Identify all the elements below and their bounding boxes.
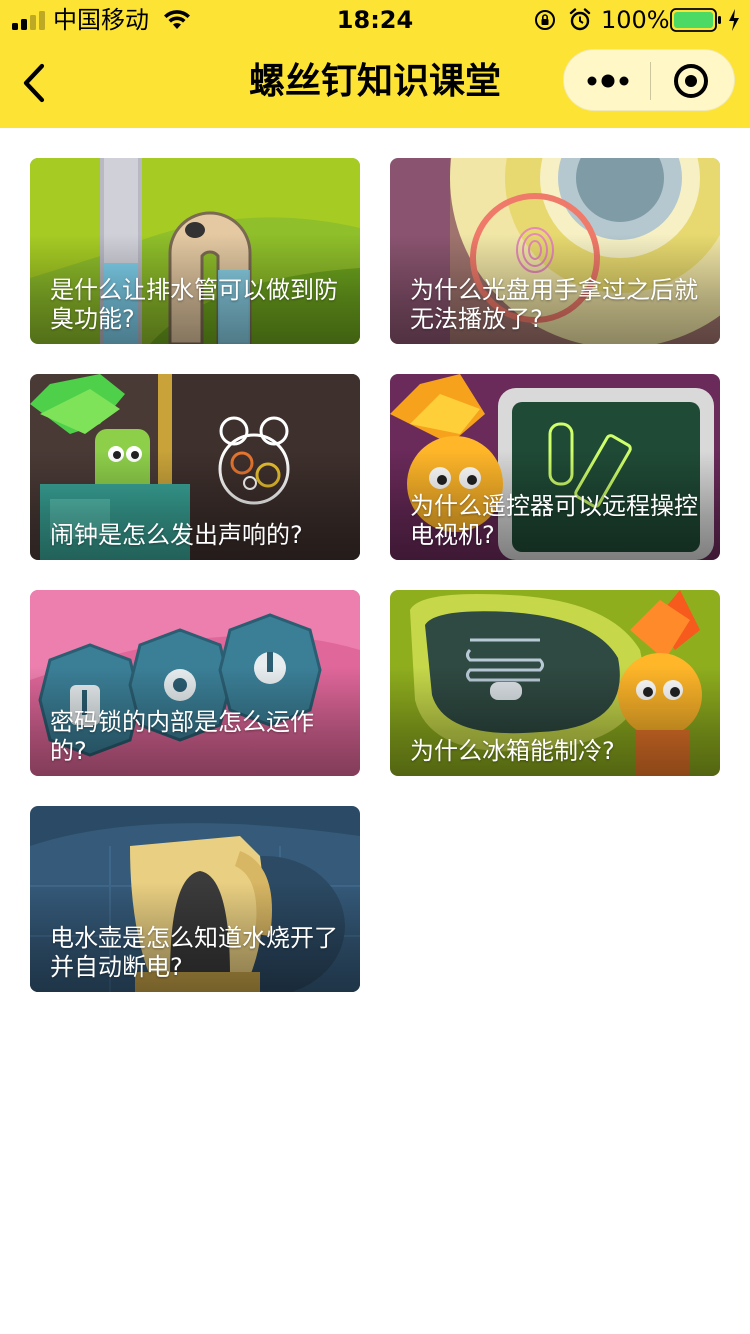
charging-icon — [729, 9, 739, 31]
battery-icon — [670, 8, 721, 32]
rotation-lock-icon — [535, 10, 555, 30]
card-title: 电水壶是怎么知道水烧开了并自动断电? — [50, 924, 338, 981]
video-card[interactable]: 为什么光盘用手拿过之后就无法播放了? — [390, 158, 720, 344]
alarm-icon — [569, 8, 591, 31]
video-card[interactable]: 电水壶是怎么知道水烧开了并自动断电? — [30, 806, 360, 992]
top-bar: 中国移动 18:24 100% 螺丝钉知识课堂 — [0, 0, 750, 128]
capsule-divider — [650, 62, 651, 100]
video-card[interactable]: 为什么遥控器可以远程操控电视机? — [390, 374, 720, 560]
mini-program-capsule — [563, 49, 735, 111]
status-bar: 中国移动 18:24 100% — [0, 0, 750, 40]
card-title: 闹钟是怎么发出声响的? — [50, 521, 303, 549]
battery-percent: 100% — [601, 6, 670, 34]
card-title: 为什么光盘用手拿过之后就无法播放了? — [410, 276, 698, 333]
target-close-icon[interactable] — [672, 62, 710, 100]
video-card[interactable]: 闹钟是怎么发出声响的? — [30, 374, 360, 560]
video-card[interactable]: 密码锁的内部是怎么运作的? — [30, 590, 360, 776]
card-title: 为什么遥控器可以远程操控电视机? — [410, 492, 698, 549]
more-dots-icon[interactable] — [586, 66, 630, 96]
card-title: 密码锁的内部是怎么运作的? — [50, 708, 314, 765]
card-title: 为什么冰箱能制冷? — [410, 737, 615, 765]
video-card[interactable]: 是什么让排水管可以做到防臭功能? — [30, 158, 360, 344]
card-title: 是什么让排水管可以做到防臭功能? — [50, 276, 338, 333]
video-card[interactable]: 为什么冰箱能制冷? — [390, 590, 720, 776]
